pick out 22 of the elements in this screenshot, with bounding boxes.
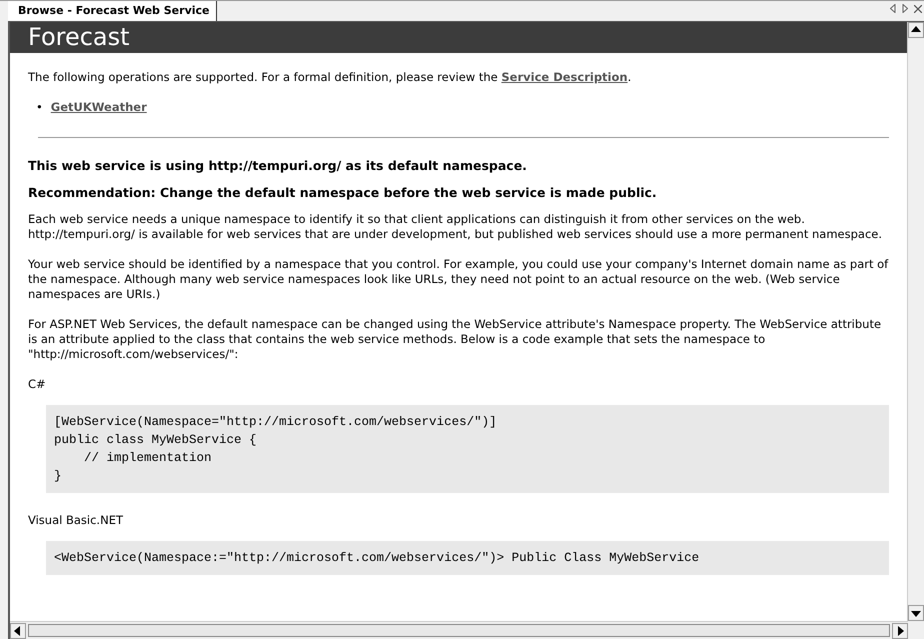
bullet-marker: • — [36, 100, 43, 114]
code-block: [WebService(Namespace="http://microsoft.com/webservices/")] public class MyWebService { // implementation } — [46, 405, 889, 493]
code-block: <WebService(Namespace:="http://microsoft.com/webservices/")> Public Class MyWebService — [46, 541, 889, 575]
body-paragraph: Your web service should be identified by a namespace that you control. For example, you could use your company's Internet domain name as part of the namespace. Although many web service namespaces look like URLs, they need not point to an actual resource on the web. (Web service namespaces are URIs.) — [28, 257, 889, 302]
page-heading: Forecast — [10, 22, 907, 53]
operation-link[interactable]: GetUKWeather — [50, 100, 147, 114]
service-description-link[interactable]: Service Description — [501, 70, 628, 84]
notice-text: This web service is using http://tempuri.org/ as its default namespace. — [28, 158, 528, 173]
scroll-up-icon[interactable] — [908, 22, 924, 38]
document-tab[interactable]: Browse - Forecast Web Service — [8, 1, 216, 21]
notice-text: Recommendation: Change the default namespace before the web service is made public. — [28, 185, 658, 200]
language-label: Visual Basic.NET — [28, 513, 124, 527]
body-paragraph: For ASP.NET Web Services, the default namespace can be changed using the WebService attribute's Namespace property. The WebService attribute is an attribute applied to the class that contains the web service methods. Below is a code example that sets the namespace to "http://microsoft.com/webservices/": — [28, 317, 882, 362]
scroll-right-icon[interactable] — [902, 4, 908, 13]
language-label: C# — [28, 377, 47, 391]
horizontal-scrollbar[interactable] — [10, 621, 908, 639]
scroll-down-icon[interactable] — [908, 605, 924, 621]
close-icon[interactable] — [914, 4, 922, 12]
intro-text: The following operations are supported. For a formal definition, please review the Service Description. — [28, 70, 632, 85]
vertical-scrollbar[interactable] — [907, 22, 924, 621]
scroll-left-icon[interactable] — [890, 4, 896, 13]
body-paragraph: Each web service needs a unique namespace to identify it so that client applications can distinguish it from other services on the web. http://tempuri.org/ is available for web services that are under development, but published web services should use a more permanent namespace. — [28, 212, 883, 242]
